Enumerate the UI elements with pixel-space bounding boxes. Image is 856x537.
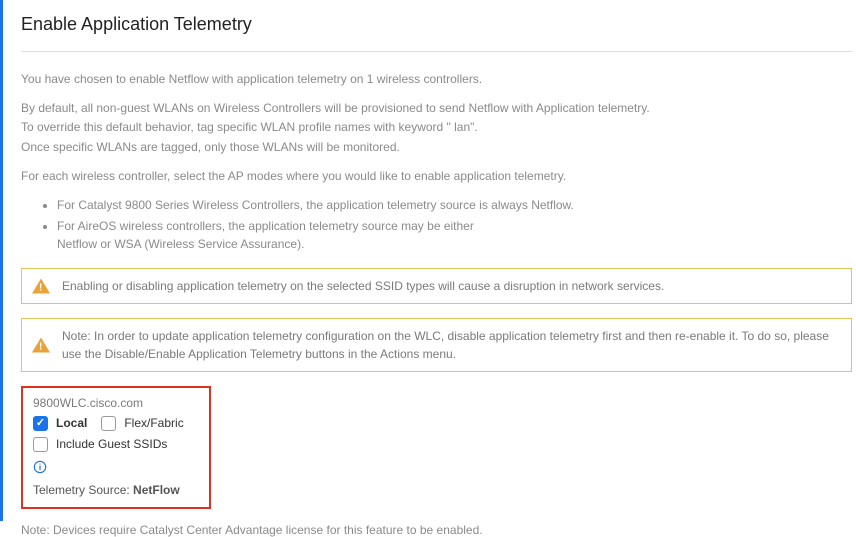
- ap-mode-row: Local Flex/Fabric: [33, 416, 199, 431]
- warning-icon: [32, 337, 50, 352]
- warning-icon: [32, 278, 50, 293]
- description-block: You have chosen to enable Netflow with a…: [21, 70, 852, 186]
- divider: [21, 51, 852, 52]
- warning-disruption: Enabling or disabling application teleme…: [21, 268, 852, 304]
- controller-config-box: 9800WLC.cisco.com Local Flex/Fabric Incl…: [21, 386, 211, 509]
- include-guest-ssids-label: Include Guest SSIDs: [56, 437, 167, 451]
- enable-application-telemetry-panel: Enable Application Telemetry You have ch…: [0, 0, 856, 521]
- default-behavior-text: By default, all non-guest WLANs on Wirel…: [21, 99, 852, 157]
- controller-hostname: 9800WLC.cisco.com: [33, 396, 199, 410]
- intro-text: You have chosen to enable Netflow with a…: [21, 70, 852, 89]
- alert-text: Note: In order to update application tel…: [62, 329, 829, 361]
- license-footnote: Note: Devices require Catalyst Center Ad…: [21, 523, 852, 537]
- telemetry-source-value: NetFlow: [133, 483, 180, 497]
- flex-fabric-label: Flex/Fabric: [124, 416, 183, 430]
- list-item: For Catalyst 9800 Series Wireless Contro…: [57, 196, 852, 215]
- flex-fabric-checkbox[interactable]: [101, 416, 116, 431]
- notes-list: For Catalyst 9800 Series Wireless Contro…: [57, 196, 852, 254]
- telemetry-source: Telemetry Source: NetFlow: [33, 483, 199, 497]
- local-label: Local: [56, 416, 87, 430]
- info-icon[interactable]: [33, 460, 47, 474]
- page-title: Enable Application Telemetry: [21, 14, 852, 43]
- local-checkbox[interactable]: [33, 416, 48, 431]
- warning-update-note: Note: In order to update application tel…: [21, 318, 852, 372]
- select-modes-text: For each wireless controller, select the…: [21, 167, 852, 186]
- list-item: For AireOS wireless controllers, the app…: [57, 217, 852, 254]
- include-guest-ssids-checkbox[interactable]: [33, 437, 48, 452]
- guest-ssid-row: Include Guest SSIDs: [33, 437, 199, 452]
- alert-text: Enabling or disabling application teleme…: [62, 279, 664, 293]
